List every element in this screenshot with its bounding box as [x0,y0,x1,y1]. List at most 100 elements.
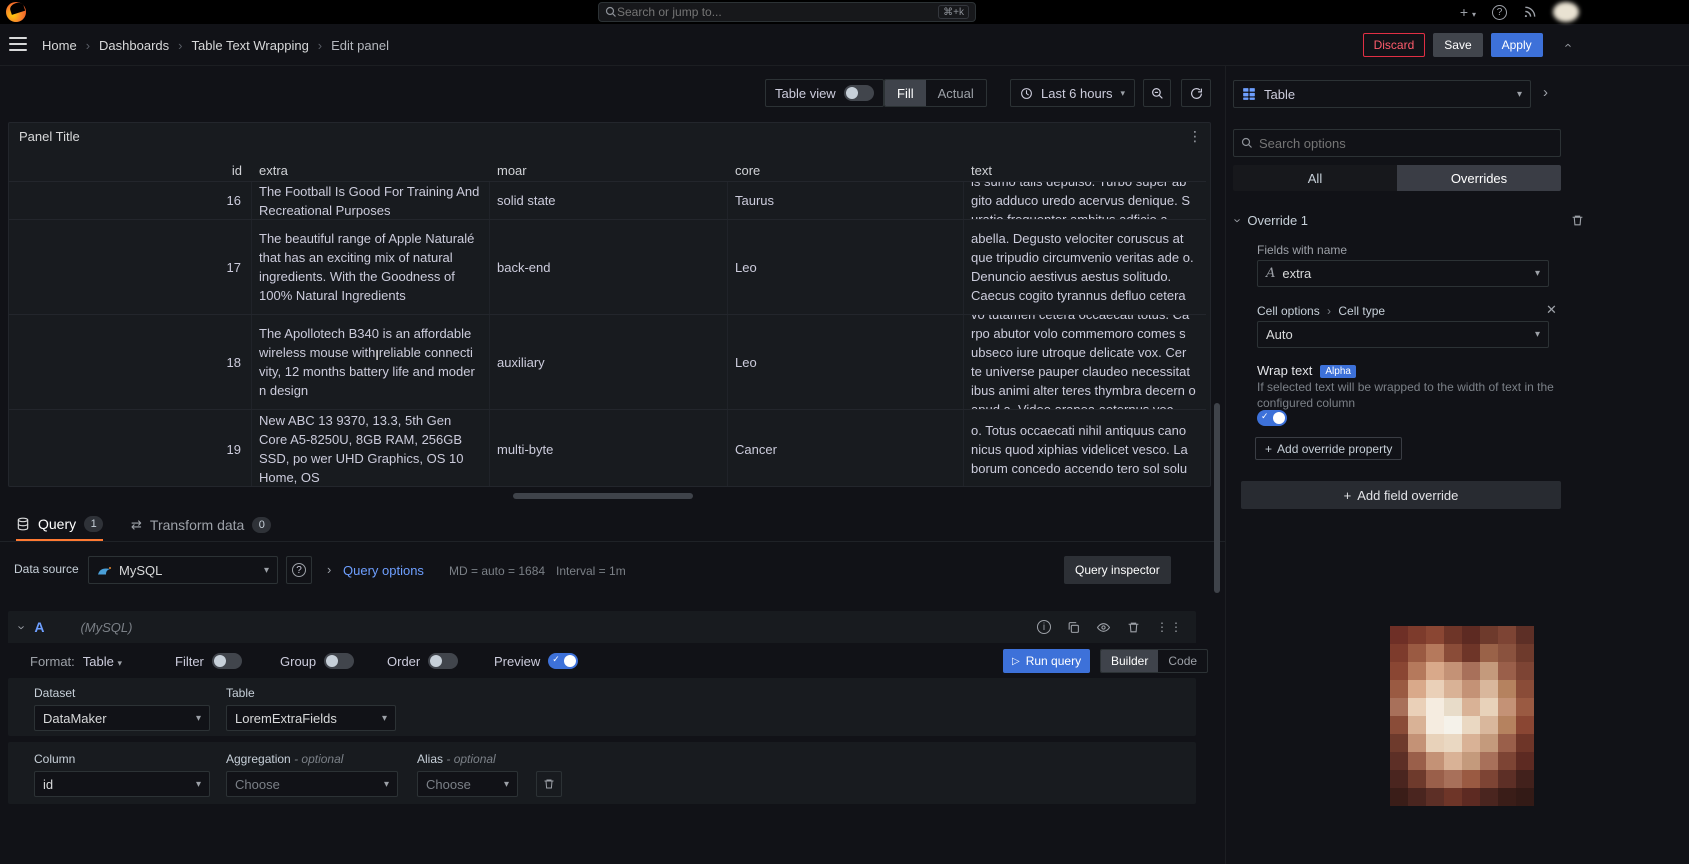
wrap-text-description: If selected text will be wrapped to the … [1257,379,1563,411]
breadcrumb-item[interactable]: Dashboards [99,38,169,53]
new-menu-button[interactable]: + ▾ [1460,4,1476,20]
news-icon[interactable] [1523,5,1537,19]
chevron-right-icon: › [1323,304,1335,318]
mosaic-cell [1408,734,1426,752]
builder-code-switch: Builder Code [1100,649,1208,673]
mysql-icon [97,565,112,576]
chevron-down-icon: ▾ [196,713,201,724]
table-select[interactable]: LoremExtraFields▾ [226,705,396,731]
help-icon[interactable]: ? [1492,5,1507,20]
run-query-button[interactable]: ▷ Run query [1003,649,1090,673]
column-header[interactable]: text [964,163,1206,178]
column-select[interactable]: id▾ [34,771,210,797]
time-range-picker[interactable]: Last 6 hours ▾ [1010,79,1135,107]
search-input[interactable] [617,5,938,19]
column-header[interactable]: moar [490,163,728,178]
query-inspector-button[interactable]: Query inspector [1064,556,1171,584]
mosaic-cell [1390,788,1408,806]
clear-cell-option-icon[interactable]: ✕ [1546,302,1557,318]
table-cell: The Apollotech B340 is an affordable wir… [252,315,490,409]
query-editor-header[interactable]: › A (MySQL) i ⋮⋮ [8,611,1196,643]
options-search[interactable] [1233,129,1561,157]
column-header[interactable]: core [728,163,964,178]
breadcrumb-item[interactable]: Edit panel [331,38,389,53]
aggregation-select[interactable]: Choose▾ [226,771,398,797]
add-field-override-button[interactable]: + Add field override [1241,481,1561,509]
mosaic-cell [1516,680,1534,698]
alias-select[interactable]: Choose▾ [417,771,518,797]
mosaic-cell [1444,716,1462,734]
table-cell: is sumo talis depulso. Turbo super ab gi… [964,182,1206,219]
builder-option[interactable]: Builder [1101,650,1158,672]
horizontal-scrollbar[interactable] [513,493,693,499]
search-icon [605,6,617,18]
zoom-out-button[interactable] [1143,79,1171,107]
trash-icon[interactable] [1127,621,1140,634]
options-search-input[interactable] [1259,136,1553,151]
mosaic-cell [1426,716,1444,734]
datasource-help-button[interactable]: ? [286,556,312,584]
grafana-logo-icon[interactable] [6,2,26,22]
add-override-property-button[interactable]: + Add override property [1255,437,1402,460]
tab-transform[interactable]: ⇄ Transform data 0 [131,509,271,541]
user-avatar[interactable] [1553,2,1579,22]
breadcrumb-item[interactable]: Home [42,38,77,53]
column-header[interactable]: extra [252,163,490,178]
tab-transform-label: Transform data [150,517,244,533]
panel-menu-icon[interactable]: ⋮ [1188,128,1202,145]
table-cell: o. Totus occaecati nihil antiquus cano n… [964,410,1206,487]
datasource-picker[interactable]: MySQL ▾ [88,556,278,584]
tab-overrides[interactable]: Overrides [1397,165,1561,191]
mosaic-cell [1516,788,1534,806]
order-toggle[interactable] [428,653,458,669]
query-controls-row: Format: Table ▾ Filter Group Order Previ… [8,648,1196,674]
viz-type-label: Table [1264,87,1295,102]
column-header[interactable]: id [9,163,252,178]
table-cell: New ABC 13 9370, 13.3, 5th Gen Core A5-8… [252,410,490,487]
breadcrumb-item[interactable]: Table Text Wrapping [191,38,308,53]
save-button[interactable]: Save [1433,33,1482,57]
collapse-options-icon[interactable]: › [1559,43,1574,47]
drag-handle-icon[interactable]: ⋮⋮ [1156,620,1184,634]
chevron-right-icon[interactable]: › [327,562,331,577]
mosaic-cell [1408,752,1426,770]
tab-query[interactable]: Query 1 [16,509,103,541]
apply-button[interactable]: Apply [1491,33,1543,57]
mosaic-cell [1426,698,1444,716]
preview-label: Preview [494,654,540,669]
code-option[interactable]: Code [1158,650,1207,672]
field-name-select[interactable]: A extra ▾ [1257,260,1549,287]
cell-type-select[interactable]: Auto ▾ [1257,321,1549,348]
hide-response-icon[interactable] [1096,621,1111,634]
vertical-scrollbar[interactable] [1214,403,1220,593]
fill-option[interactable]: Fill [885,80,926,106]
menu-toggle-icon[interactable] [9,37,27,51]
group-toggle[interactable] [324,653,354,669]
breadcrumb-bar: Home›Dashboards›Table Text Wrapping›Edit… [0,24,1689,66]
cell-options-breadcrumb: Cell options › Cell type [1257,304,1385,318]
search-bar[interactable]: ⌘+k [598,2,976,22]
discard-button[interactable]: Discard [1363,33,1426,57]
dataset-select[interactable]: DataMaker▾ [34,705,210,731]
override-section-header[interactable]: › Override 1 [1236,213,1576,228]
collapse-override-icon[interactable]: › [1231,218,1246,222]
expand-viz-list-icon[interactable]: › [1543,84,1548,101]
actual-option[interactable]: Actual [926,80,986,106]
delete-override-icon[interactable] [1571,214,1584,227]
remove-column-button[interactable] [536,771,562,797]
filter-toggle[interactable] [212,653,242,669]
mosaic-cell [1444,644,1462,662]
visualization-picker[interactable]: Table ▾ [1233,80,1531,108]
zoom-out-icon [1151,87,1164,100]
mosaic-cell [1498,770,1516,788]
format-select[interactable]: Table ▾ [83,654,122,669]
wrap-text-toggle[interactable] [1257,410,1287,426]
table-view-toggle[interactable] [844,85,874,101]
refresh-button[interactable] [1181,79,1211,107]
tab-all[interactable]: All [1233,165,1397,191]
duplicate-icon[interactable] [1067,621,1080,634]
preview-toggle[interactable] [548,653,578,669]
collapse-query-icon[interactable]: › [15,625,30,629]
query-options-link[interactable]: Query options [343,563,424,578]
info-icon[interactable]: i [1037,620,1051,634]
